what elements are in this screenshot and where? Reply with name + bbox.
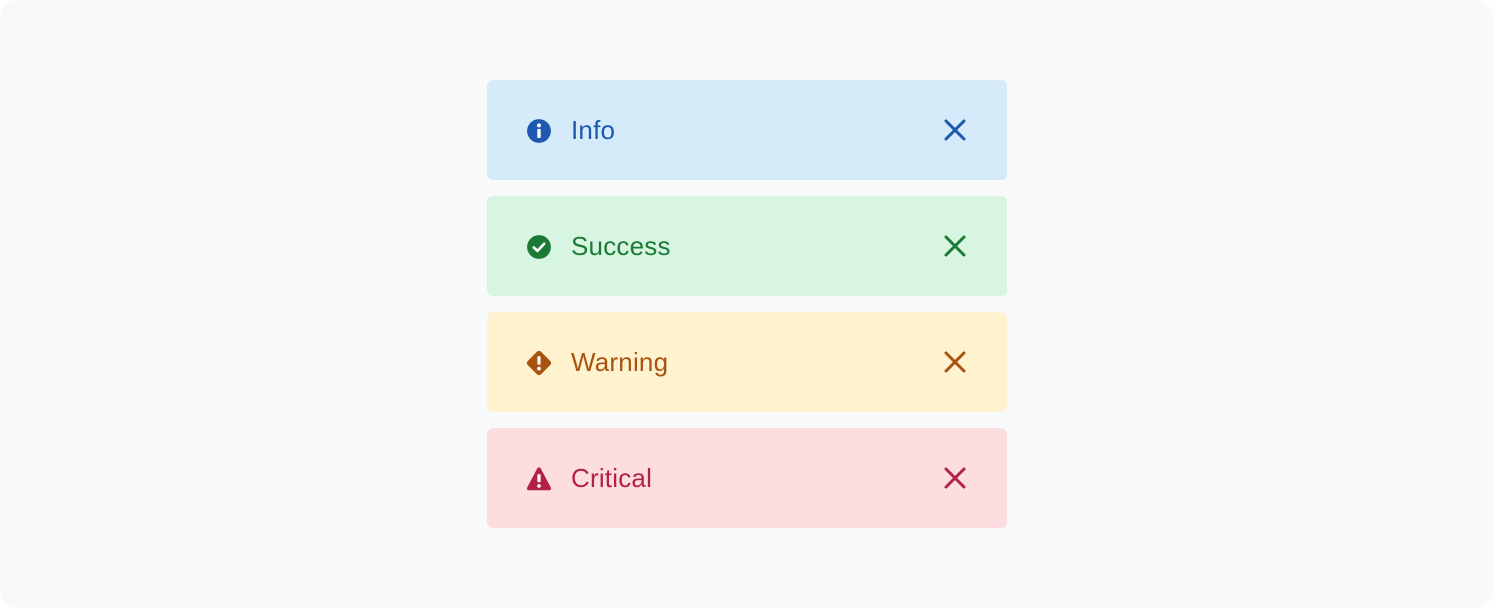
banner-stack: Info Success Warning Critical: [487, 80, 1007, 544]
close-icon[interactable]: [939, 462, 971, 494]
critical-banner: Critical: [487, 428, 1007, 528]
check-circle-icon: [527, 235, 551, 259]
success-banner: Success: [487, 196, 1007, 296]
warning-banner-label: Warning: [571, 347, 669, 377]
info-banner: Info: [487, 80, 1007, 180]
success-banner-label: Success: [571, 231, 671, 261]
critical-banner-label: Critical: [571, 463, 653, 493]
close-icon[interactable]: [939, 114, 971, 146]
info-circle-icon: [527, 119, 551, 143]
close-icon[interactable]: [939, 230, 971, 262]
canvas: Info Success Warning Critical: [0, 0, 1494, 608]
alert-triangle-icon: [526, 467, 552, 491]
info-banner-label: Info: [571, 115, 616, 145]
warning-diamond-icon: [526, 350, 552, 376]
warning-banner: Warning: [487, 312, 1007, 412]
close-icon[interactable]: [939, 346, 971, 378]
